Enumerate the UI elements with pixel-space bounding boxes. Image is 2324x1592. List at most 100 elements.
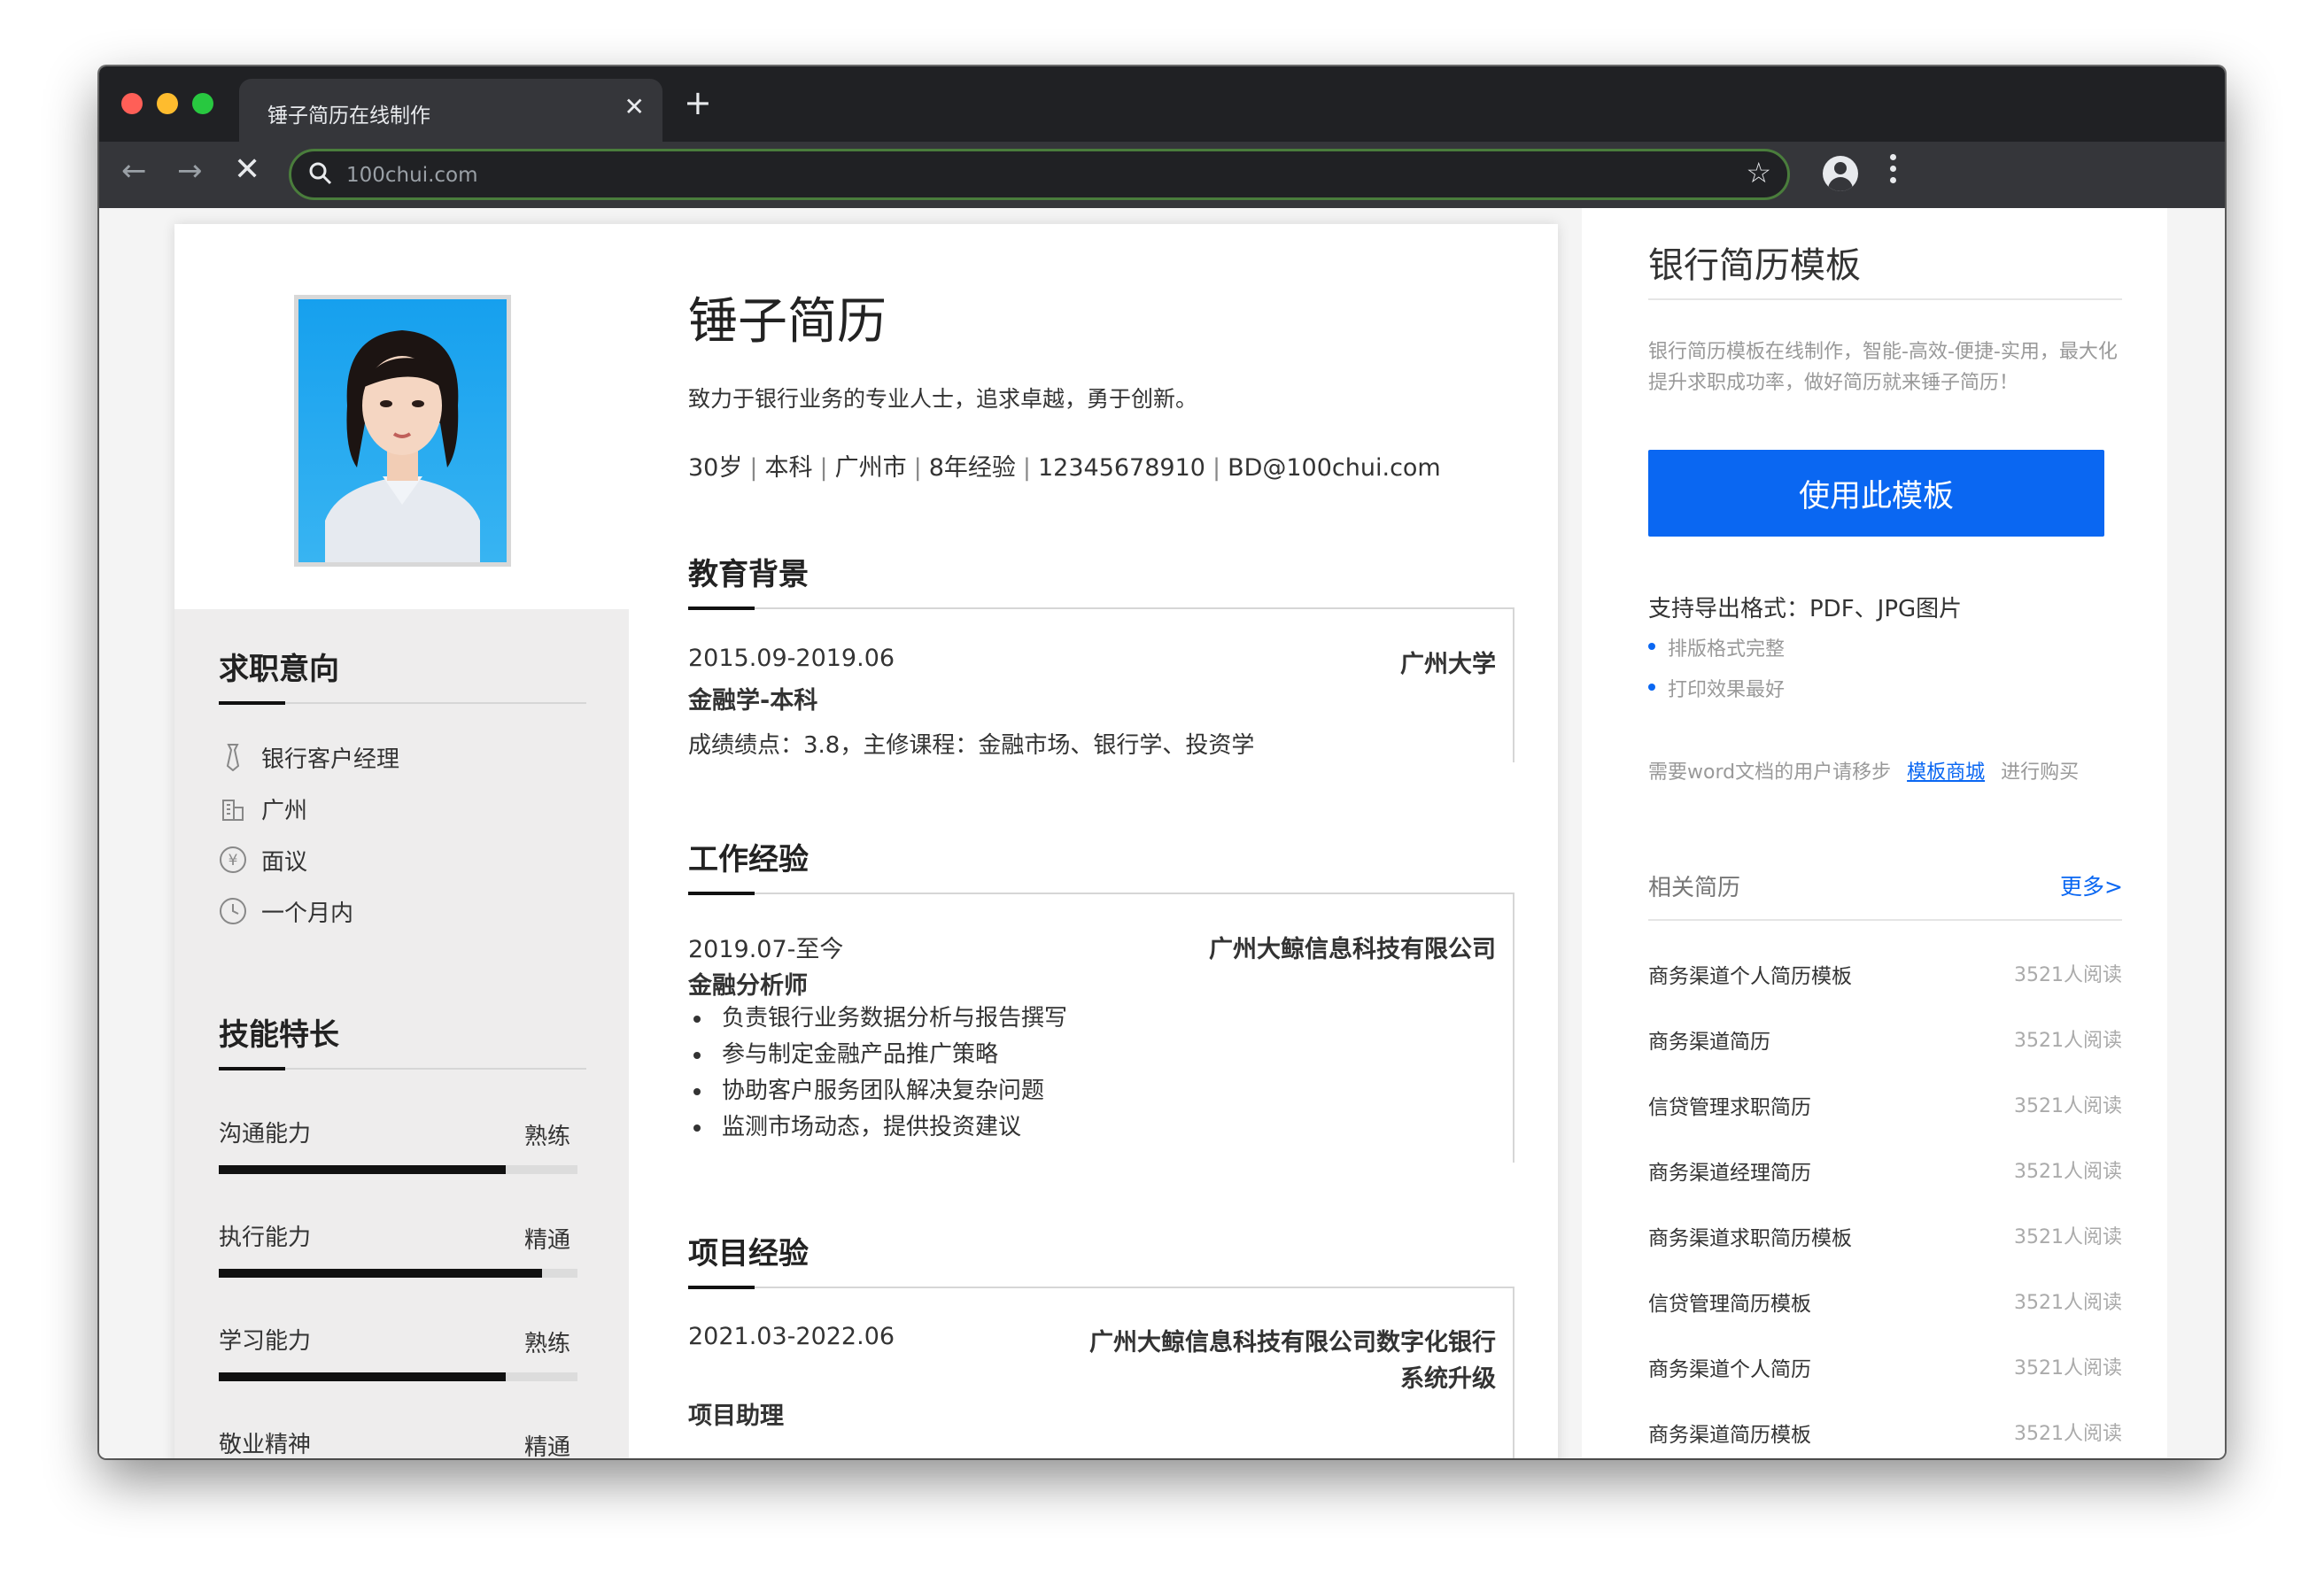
related-item-name[interactable]: 商务渠道个人简历	[1648, 1352, 1811, 1382]
minimize-window-button[interactable]	[157, 93, 178, 114]
template-sidebar: 银行简历模板 银行简历模板在线制作，智能-高效-便捷-实用，最大化提升求职成功率…	[1582, 208, 2167, 1458]
back-arrow-icon[interactable]: ←	[121, 156, 147, 186]
clock-icon	[219, 897, 247, 925]
intent-city-text: 广州	[261, 797, 308, 824]
related-item[interactable]: 商务渠道简历 3521人阅读	[1648, 1024, 2122, 1060]
work-heading: 工作经验	[688, 842, 809, 877]
work-border	[1513, 893, 1514, 1163]
tab-strip: 锤子简历在线制作 ✕ +	[99, 66, 2225, 142]
profile-photo	[294, 295, 511, 567]
skill-progress-fill	[219, 1372, 506, 1381]
intent-item-salary: ¥ 面议	[219, 842, 307, 877]
related-item[interactable]: 商务渠道简历模板 3521人阅读	[1648, 1418, 2122, 1453]
resume-preview: 求职意向 银行客户经理 广州 ¥ 面议 一个月内 技能特长 沟通能力 熟练 执行…	[174, 224, 1558, 1458]
project-border	[1513, 1287, 1514, 1458]
work-period: 2019.07-至今	[688, 936, 844, 963]
feature-item: 排版格式完整	[1648, 633, 1785, 661]
list-item: 负责银行业务数据分析与报告撰写	[688, 1001, 1067, 1037]
browser-window: 锤子简历在线制作 ✕ + ← → ✕ 100chui.com ☆ 求职意向 银行…	[99, 66, 2225, 1458]
page-viewport: 求职意向 银行客户经理 广州 ¥ 面议 一个月内 技能特长 沟通能力 熟练 执行…	[99, 208, 2225, 1458]
skill-name: 敬业精神	[219, 1432, 312, 1458]
list-item: 参与制定金融产品推广策略	[688, 1037, 1067, 1073]
related-item-name[interactable]: 信贷管理简历模板	[1648, 1287, 1811, 1317]
related-divider	[1648, 919, 2122, 921]
maximize-window-button[interactable]	[192, 93, 213, 114]
related-item-name[interactable]: 商务渠道求职简历模板	[1648, 1221, 1852, 1251]
related-item[interactable]: 商务渠道个人简历模板 3521人阅读	[1648, 959, 2122, 994]
intent-salary-text: 面议	[261, 848, 308, 876]
related-item-name[interactable]: 商务渠道经理简历	[1648, 1155, 1811, 1186]
intent-position-text: 银行客户经理	[261, 746, 400, 773]
education-underline	[688, 607, 755, 610]
browser-tab[interactable]: 锤子简历在线制作 ✕	[239, 79, 662, 142]
skill-progress-fill	[219, 1165, 506, 1174]
skill-level: 熟练	[524, 1124, 571, 1150]
resume-tagline: 致力于银行业务的专业人士，追求卓越，勇于创新。	[688, 386, 1198, 412]
related-item-reads: 3521人阅读	[2014, 1423, 2122, 1445]
skill-level: 精通	[524, 1227, 571, 1254]
template-store-link[interactable]: 模板商城	[1907, 761, 1985, 784]
education-school: 广州大学	[1400, 651, 1496, 678]
related-item-name[interactable]: 商务渠道个人简历模板	[1648, 959, 1852, 989]
svg-text:¥: ¥	[229, 852, 238, 869]
export-formats: 支持导出格式：PDF、JPG图片	[1648, 596, 1963, 622]
contact-degree: 本科	[764, 454, 813, 482]
template-title: 银行简历模板	[1648, 245, 1861, 286]
skill-name: 学习能力	[219, 1328, 312, 1355]
intent-heading: 求职意向	[219, 652, 339, 687]
skills-heading: 技能特长	[219, 1017, 339, 1053]
intent-item-position: 银行客户经理	[219, 739, 399, 775]
related-item[interactable]: 商务渠道经理简历 3521人阅读	[1648, 1155, 2122, 1191]
tie-icon	[219, 743, 247, 771]
new-tab-button[interactable]: +	[684, 86, 712, 120]
related-item[interactable]: 商务渠道求职简历模板 3521人阅读	[1648, 1221, 2122, 1256]
url-text[interactable]: 100chui.com	[346, 164, 478, 187]
related-item-reads: 3521人阅读	[2014, 1095, 2122, 1117]
list-item: 监测市场动态，提供投资建议	[688, 1109, 1067, 1146]
skill-progress-bar	[219, 1372, 577, 1381]
project-name-line2: 系统升级	[1400, 1365, 1496, 1393]
work-company: 广州大鲸信息科技有限公司	[1209, 936, 1496, 963]
education-border	[1513, 607, 1514, 762]
browser-toolbar: ← → ✕ 100chui.com ☆	[99, 142, 2225, 208]
more-menu-icon[interactable]	[1890, 154, 1897, 189]
related-heading: 相关简历	[1648, 875, 1741, 901]
word-notice: 需要word文档的用户请移步 模板商城 进行购买	[1648, 756, 2079, 784]
sidebar-info-panel: 求职意向 银行客户经理 广州 ¥ 面议 一个月内 技能特长 沟通能力 熟练 执行…	[174, 609, 629, 1458]
related-item-reads: 3521人阅读	[2014, 964, 2122, 986]
related-item-reads: 3521人阅读	[2014, 1357, 2122, 1379]
related-item[interactable]: 信贷管理简历模板 3521人阅读	[1648, 1287, 2122, 1322]
related-item-name[interactable]: 信贷管理求职简历	[1648, 1090, 1811, 1120]
tab-close-icon[interactable]: ✕	[624, 95, 645, 120]
profile-avatar-icon[interactable]	[1823, 156, 1858, 191]
use-template-button[interactable]: 使用此模板	[1648, 450, 2104, 537]
address-bar[interactable]: 100chui.com ☆	[289, 149, 1790, 200]
close-window-button[interactable]	[121, 93, 143, 114]
work-divider	[688, 893, 1514, 894]
intent-item-availability: 一个月内	[219, 893, 353, 929]
related-item-reads: 3521人阅读	[2014, 1030, 2122, 1052]
contact-experience: 8年经验	[928, 454, 1016, 482]
project-role: 项目助理	[688, 1403, 784, 1430]
education-major: 金融学-本科	[688, 687, 818, 715]
intent-availability-text: 一个月内	[261, 900, 354, 927]
more-link[interactable]: 更多>	[2060, 869, 2123, 901]
skill-progress-fill	[219, 1269, 542, 1278]
related-item[interactable]: 信贷管理求职简历 3521人阅读	[1648, 1090, 2122, 1125]
forward-arrow-icon[interactable]: →	[177, 156, 203, 186]
related-item-reads: 3521人阅读	[2014, 1292, 2122, 1314]
skill-level: 精通	[524, 1434, 571, 1458]
related-item-name[interactable]: 商务渠道简历	[1648, 1024, 1770, 1055]
contact-email: BD@100chui.com	[1228, 454, 1441, 482]
photo-area	[174, 224, 629, 609]
related-item-name[interactable]: 商务渠道简历模板	[1648, 1418, 1811, 1448]
related-item[interactable]: 商务渠道个人简历 3521人阅读	[1648, 1352, 2122, 1387]
work-duties: 负责银行业务数据分析与报告撰写 参与制定金融产品推广策略 协助客户服务团队解决复…	[688, 1001, 1067, 1146]
bookmark-star-icon[interactable]: ☆	[1746, 158, 1771, 187]
project-period: 2021.03-2022.06	[688, 1323, 895, 1350]
contact-line: 30岁 | 本科 | 广州市 | 8年经验 | 12345678910 | BD@100chui.c…	[688, 454, 1441, 482]
stop-loading-icon[interactable]: ✕	[234, 154, 260, 186]
screenshot-stage: 锤子简历在线制作 ✕ + ← → ✕ 100chui.com ☆ 求职意向 银行…	[0, 0, 2324, 1592]
education-heading: 教育背景	[688, 557, 809, 592]
intent-item-city: 广州	[219, 791, 307, 826]
